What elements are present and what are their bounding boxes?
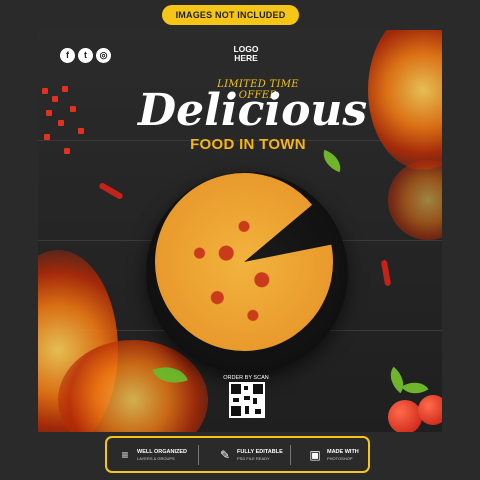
qr-module [245,406,249,414]
feature-title: MADE WITH [327,449,359,455]
qr-code[interactable] [229,382,265,418]
edit-icon: ✎ [219,448,231,462]
tomato-cube [64,148,70,154]
qr-finder [253,384,263,394]
feature-divider [290,445,291,465]
fire-flame [368,30,442,170]
qr-module [244,396,250,400]
tomato-cube [44,134,50,140]
tomato-cube [46,110,52,116]
photoshop-icon: ▣ [309,448,321,462]
tomato-cube [58,120,64,126]
qr-module [244,386,248,390]
qr-module [255,409,261,414]
fire-flame [388,160,442,240]
tomato-cube [62,86,68,92]
headline-title: Delicious [138,85,368,136]
qr-finder [231,384,241,394]
facebook-icon[interactable]: f [60,48,75,63]
feature-title: WELL ORGANIZED [137,449,188,455]
images-not-included-badge: IMAGES NOT INCLUDED [162,5,299,25]
logo-line-2: HERE [234,53,258,63]
qr-module [253,398,257,404]
headline-subtitle: FOOD IN TOWN [190,136,306,153]
tomato-cube [52,96,58,102]
tomato-cube [42,88,48,94]
feature-divider [198,445,199,465]
layers-icon: ≡ [121,448,129,462]
tomato-cube [70,106,76,112]
pizza-image [155,173,333,351]
chili-pepper [380,259,392,287]
order-by-scan-label: ORDER BY SCAN [223,375,269,381]
twitter-icon[interactable]: t [78,48,93,63]
tomato-cube [78,128,84,134]
feature-subtitle: PHOTOSHOP [327,456,353,461]
chili-pepper [98,181,124,201]
logo-placeholder: LOGO HERE [226,45,266,63]
qr-finder [231,406,241,416]
feature-subtitle: LAYERS & GROUPS [137,456,175,461]
features-bar: ≡ WELL ORGANIZED LAYERS & GROUPS ✎ FULLY… [105,436,370,473]
feature-title: FULLY EDITABLE [237,449,283,455]
food-poster: f t ◎ LOGO HERE LIMITED TIME OFFER Delic… [38,30,442,432]
tomato [388,400,422,432]
qr-module [233,398,239,402]
tomato [418,395,442,425]
basil-leaf [318,149,346,173]
feature-subtitle: PSD FILE READY [237,456,270,461]
instagram-icon[interactable]: ◎ [96,48,111,63]
